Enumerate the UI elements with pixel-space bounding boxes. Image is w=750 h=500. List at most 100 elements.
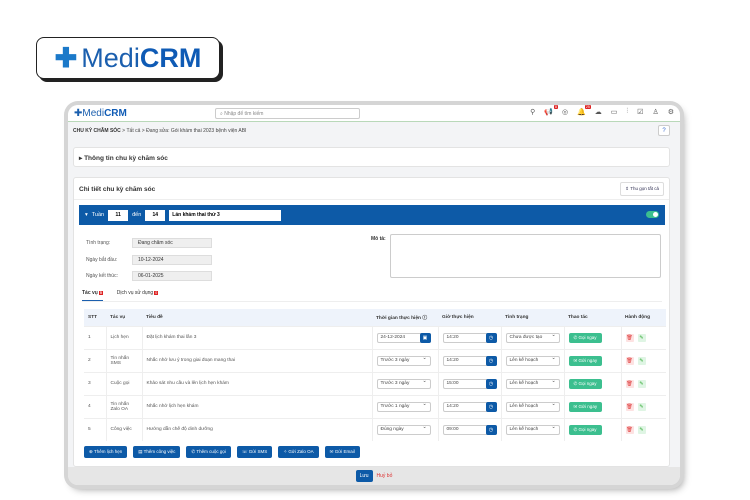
- help-icon[interactable]: ?: [658, 125, 670, 136]
- app-logo[interactable]: ✚MediCRM: [74, 108, 127, 119]
- add-call-button[interactable]: ✆ Thêm cuộc gọi: [186, 446, 231, 458]
- status-select[interactable]: Chưa được tạo: [505, 332, 560, 343]
- list-icon: ▤: [138, 449, 143, 454]
- to-label: đến: [132, 212, 142, 218]
- week-label: Tuần: [91, 212, 105, 218]
- section-title: Chi tiết chu kỳ chăm sóc: [79, 186, 156, 193]
- edit-icon[interactable]: ✎: [637, 356, 646, 365]
- send-sms-button[interactable]: ☏ Gửi SMS: [236, 446, 273, 458]
- trash-icon[interactable]: 🗑: [625, 356, 634, 365]
- footer: Lưu Huỷ bỏ: [68, 467, 680, 485]
- collapse-all-button[interactable]: ⇕ Thu gọn tất cả: [620, 182, 664, 196]
- col-header: Giờ thực hiện: [438, 309, 501, 326]
- megaphone-icon[interactable]: 📢 8: [544, 105, 558, 116]
- cancel-button[interactable]: Huỷ bỏ: [377, 473, 393, 479]
- action-button[interactable]: ✉ Gửi ngay: [568, 355, 603, 366]
- checkbox-icon[interactable]: ☑: [637, 108, 643, 116]
- end-date-label: Ngày kết thúc:: [86, 273, 118, 279]
- col-header: Thao tác: [564, 309, 621, 326]
- calendar-icon[interactable]: ▭: [611, 108, 618, 116]
- clock-icon[interactable]: ◷: [485, 355, 497, 366]
- col-header: Hành động: [621, 309, 666, 326]
- target-icon[interactable]: ◎: [562, 108, 568, 116]
- col-header: Tình trạng: [501, 309, 564, 326]
- action-button[interactable]: ✆ Gọi ngay: [568, 424, 602, 435]
- breadcrumb-current: Đang sửa: Gói khám thai 2023 bệnh viện A…: [146, 127, 247, 134]
- status-select[interactable]: Lên kế hoạch: [505, 378, 560, 389]
- save-button[interactable]: Lưu: [355, 470, 373, 482]
- chart-icon[interactable]: ⫶: [626, 108, 628, 116]
- breadcrumb-root[interactable]: CHU KỲ CHĂM SÓC: [73, 128, 121, 134]
- search-input[interactable]: ⌕ Nhập để tìm kiếm: [215, 108, 360, 119]
- breadcrumb: CHU KỲ CHĂM SÓC > Tất cả > Đang sửa: Gói…: [68, 122, 680, 139]
- tab-tasks[interactable]: Tác vụ 5: [82, 290, 103, 301]
- hour-input[interactable]: 14:20 ◷: [442, 332, 497, 343]
- title-cell: Hướng dẫn chế độ dinh dưỡng: [142, 417, 373, 441]
- trash-icon[interactable]: 🗑: [625, 425, 634, 434]
- table-row: 3 Cuộc gọi Khảo sát nhu cầu và lên lịch …: [84, 371, 666, 395]
- date-input[interactable]: 24-12-2024 ▣: [376, 332, 431, 343]
- clock-icon[interactable]: ◷: [485, 332, 497, 343]
- cycle-info-section[interactable]: ▸ Thông tin chu kỳ chăm sóc: [73, 147, 670, 167]
- col-header: Tác vụ: [106, 309, 142, 326]
- trash-icon[interactable]: 🗑: [625, 379, 634, 388]
- phone-icon: ✆: [573, 334, 578, 340]
- zalo-icon: ✧: [283, 449, 288, 454]
- location-icon[interactable]: ⚲: [530, 108, 535, 116]
- user-icon[interactable]: ♙: [652, 108, 658, 116]
- phone-plus-icon: ✆: [191, 449, 196, 454]
- hour-input[interactable]: 09:00 ◷: [442, 424, 497, 435]
- edit-icon[interactable]: ✎: [637, 402, 646, 411]
- time-select[interactable]: Đúng ngày: [376, 424, 431, 435]
- clock-icon[interactable]: ◷: [485, 401, 497, 412]
- description-textarea[interactable]: [390, 234, 661, 278]
- table-row: 2 Tin nhắn SMS Nhắc nhở lưu ý trong giai…: [84, 348, 666, 372]
- edit-icon[interactable]: ✎: [637, 379, 646, 388]
- col-header: Tiêu đề: [142, 309, 372, 326]
- cloud-icon[interactable]: ☁: [595, 108, 602, 116]
- tabs: Tác vụ 5 Dịch vụ sử dụng 0: [82, 290, 662, 302]
- week-to-input[interactable]: [145, 209, 166, 221]
- action-button[interactable]: ✉ Gửi ngay: [568, 401, 603, 412]
- send-email-button[interactable]: ✉ Gửi Email: [324, 446, 360, 458]
- action-button[interactable]: ✆ Gọi ngay: [568, 332, 602, 343]
- hour-input[interactable]: 14:20 ◷: [442, 401, 497, 412]
- action-button[interactable]: ✆ Gọi ngay: [568, 378, 602, 389]
- trash-icon[interactable]: 🗑: [625, 402, 634, 411]
- mail-icon: ✉: [329, 449, 334, 454]
- col-header: Thời gian thực hiện: [376, 315, 421, 321]
- stage-name-input[interactable]: [169, 209, 282, 221]
- section-title: Thông tin chu kỳ chăm sóc: [84, 155, 168, 162]
- edit-icon[interactable]: ✎: [637, 425, 646, 434]
- start-date-field: 10-12-2024: [132, 255, 212, 265]
- task-type-cell: Tin nhắn Zalo OA: [106, 394, 143, 418]
- clock-icon[interactable]: ◷: [485, 378, 497, 389]
- time-select[interactable]: Trước 3 ngày: [376, 378, 431, 389]
- hour-input[interactable]: 15:00 ◷: [442, 378, 497, 389]
- caret-down-icon[interactable]: ▾: [85, 212, 88, 218]
- time-select[interactable]: Trước 1 ngày: [376, 401, 431, 412]
- status-select[interactable]: Lên kế hoạch: [505, 401, 560, 412]
- hour-input[interactable]: 14:20 ◷: [442, 355, 497, 366]
- app-window: ✚MediCRM ⌕ Nhập để tìm kiếm ⚲ 📢 8 ◎ 🔔 25 ☁…: [68, 105, 680, 485]
- add-task-button[interactable]: ▤ Thêm công việc: [133, 446, 181, 458]
- week-from-input[interactable]: [108, 209, 129, 221]
- time-select[interactable]: Trước 3 ngày: [376, 355, 431, 366]
- end-date-field: 06-01-2025: [132, 271, 212, 281]
- tab-services[interactable]: Dịch vụ sử dụng 0: [117, 290, 159, 301]
- status-select[interactable]: Lên kế hoạch: [505, 424, 560, 435]
- logo-text-bold: CRM: [139, 42, 202, 73]
- send-zalo-button[interactable]: ✧ Gửi Zalo OA: [278, 446, 319, 458]
- add-appointment-button[interactable]: ⊕ Thêm lịch hẹn: [84, 446, 128, 458]
- stage-enabled-toggle[interactable]: [646, 211, 659, 218]
- top-bar: ✚MediCRM ⌕ Nhập để tìm kiếm ⚲ 📢 8 ◎ 🔔 25 ☁…: [68, 105, 680, 122]
- breadcrumb-all[interactable]: Tất cả: [126, 128, 140, 134]
- bell-icon[interactable]: 🔔 25: [577, 105, 591, 116]
- status-select[interactable]: Lên kế hoạch: [505, 355, 560, 366]
- gear-icon[interactable]: ⚙: [668, 108, 674, 116]
- clock-icon[interactable]: ◷: [485, 424, 497, 435]
- edit-icon[interactable]: ✎: [637, 333, 646, 342]
- title-cell: Khảo sát nhu cầu và lên lịch hẹn khám: [142, 371, 373, 395]
- calendar-icon[interactable]: ▣: [419, 332, 431, 343]
- trash-icon[interactable]: 🗑: [625, 333, 634, 342]
